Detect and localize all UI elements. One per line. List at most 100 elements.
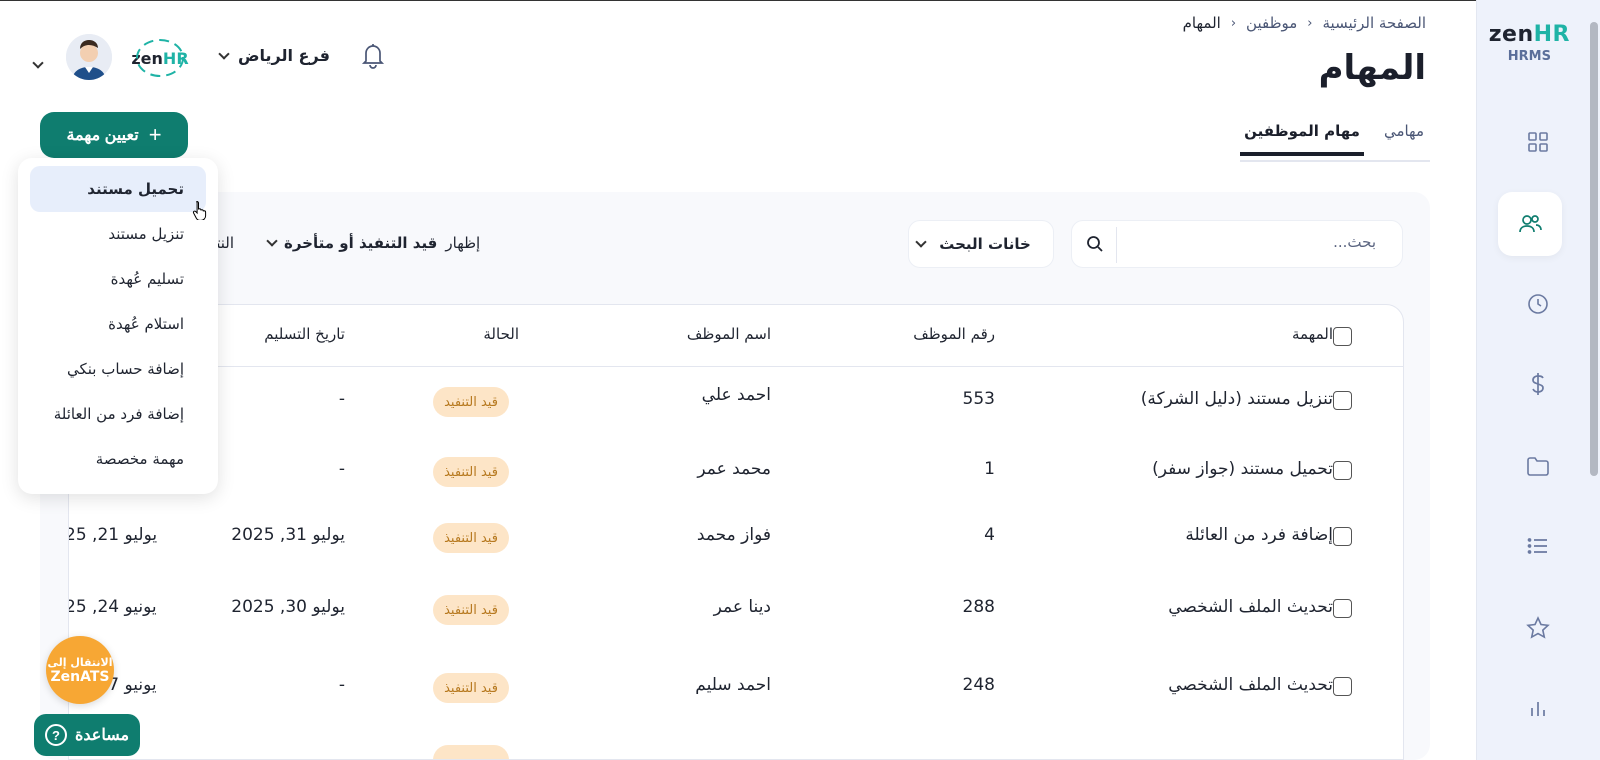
table-header: المهمة رقم الموظف اسم الموظف الحالة تاري… bbox=[69, 305, 1403, 367]
chevron-down-icon bbox=[915, 236, 927, 248]
status-badge: قيد التنفيذ bbox=[433, 673, 509, 703]
created-date-cell: يوليو 21, 25 bbox=[69, 525, 158, 545]
row-checkbox[interactable] bbox=[1333, 599, 1352, 618]
menu-item-deliver-custody[interactable]: تسليم عُهدة bbox=[30, 256, 206, 302]
assign-task-menu: تحميل مستند تنزيل مستند تسليم عُهدة استل… bbox=[18, 158, 218, 494]
users-icon[interactable] bbox=[1498, 192, 1562, 256]
employee-number-cell: 4 bbox=[984, 525, 995, 545]
breadcrumb-home[interactable]: الصفحة الرئيسية bbox=[1323, 14, 1427, 32]
status-badge: قيد التنفيذ bbox=[433, 595, 509, 625]
delivery-date-cell: يوليو 30, 2025 bbox=[231, 597, 345, 617]
hand-cursor-icon bbox=[192, 200, 208, 224]
created-date-cell: يونيو 24, 25 bbox=[69, 597, 157, 617]
task-cell: تنزيل مستند (دليل الشركة) bbox=[1140, 389, 1333, 409]
menu-item-custom-task[interactable]: مهمة مخصصة bbox=[30, 436, 206, 482]
breadcrumb: الصفحة الرئيسية ‹ موظفين ‹ المهام bbox=[1183, 14, 1426, 32]
notification-bell-icon[interactable] bbox=[358, 40, 388, 70]
employee-number-cell: 1 bbox=[984, 459, 995, 479]
employee-name-cell: احمد سليم bbox=[695, 675, 771, 695]
dollar-icon[interactable] bbox=[1522, 368, 1554, 400]
status-badge: قيد التنفيذ bbox=[433, 523, 509, 553]
task-cell: تحديث الملف الشخصي bbox=[1168, 597, 1333, 617]
search-divider bbox=[1116, 227, 1117, 263]
header-employee-number[interactable]: رقم الموظف bbox=[913, 325, 995, 343]
header-status[interactable]: الحالة bbox=[483, 325, 519, 343]
branch-label: فرع الرياض bbox=[238, 46, 330, 65]
assign-task-label: تعيين مهمة bbox=[66, 127, 139, 144]
branch-selector[interactable]: فرع الرياض bbox=[218, 46, 330, 65]
company-logo: zen HR bbox=[131, 38, 189, 78]
search-fields-button[interactable]: خانات البحث bbox=[908, 220, 1054, 268]
employee-name-cell: دينا عمر bbox=[713, 597, 771, 617]
assign-task-button[interactable]: + تعيين مهمة bbox=[40, 112, 188, 158]
menu-item-upload-document[interactable]: تحميل مستند bbox=[30, 166, 206, 212]
row-checkbox[interactable] bbox=[1333, 391, 1352, 410]
avatar[interactable] bbox=[66, 34, 112, 80]
row-checkbox[interactable] bbox=[1333, 527, 1352, 546]
breadcrumb-separator-icon: ‹ bbox=[1230, 15, 1237, 31]
search-input[interactable] bbox=[1126, 233, 1376, 251]
breadcrumb-employees[interactable]: موظفين bbox=[1246, 14, 1297, 32]
help-button[interactable]: مساعدة ? bbox=[34, 714, 140, 756]
chevron-down-icon bbox=[266, 235, 278, 247]
table-row[interactable]: تحديث الملف الشخصي 248 احمد سليم قيد الت… bbox=[69, 655, 1403, 727]
menu-item-download-document[interactable]: تنزيل مستند bbox=[30, 211, 206, 257]
logo-zen-text: zen bbox=[1488, 22, 1534, 47]
status-badge: قيد التنفيد bbox=[433, 387, 509, 417]
task-cell: تحميل مستند (جواز سفر) bbox=[1152, 459, 1333, 479]
chevron-down-icon bbox=[218, 47, 230, 60]
search-icon[interactable] bbox=[1086, 235, 1104, 257]
account-menu-chevron-icon[interactable] bbox=[32, 52, 44, 71]
zenats-line2: ZenATS bbox=[50, 668, 110, 685]
menu-item-receive-custody[interactable]: استلام عُهدة bbox=[30, 301, 206, 347]
chart-icon[interactable] bbox=[1522, 692, 1554, 724]
employee-name-cell: احمد علي bbox=[701, 385, 771, 405]
clock-icon[interactable] bbox=[1522, 288, 1554, 320]
tasks-table: المهمة رقم الموظف اسم الموظف الحالة تاري… bbox=[68, 304, 1404, 760]
delivery-date-cell: يوليو 31, 2025 bbox=[231, 525, 345, 545]
tab-my-tasks[interactable]: مهامي bbox=[1384, 122, 1424, 140]
list-icon[interactable] bbox=[1522, 530, 1554, 562]
employee-number-cell: 553 bbox=[962, 389, 995, 409]
table-row[interactable]: إضافة فرد من العائلة 4 فواز محمد قيد الت… bbox=[69, 507, 1403, 579]
logo-hr-text: HR bbox=[1533, 22, 1570, 47]
row-checkbox[interactable] bbox=[1333, 461, 1352, 480]
folder-icon[interactable] bbox=[1522, 450, 1554, 482]
menu-item-add-family-member[interactable]: إضافة فرد من العائلة bbox=[30, 391, 206, 437]
delivery-date-cell: - bbox=[338, 389, 345, 409]
dashboard-icon[interactable] bbox=[1522, 126, 1554, 158]
tab-employee-tasks[interactable]: مهام الموظفين bbox=[1240, 122, 1364, 156]
delivery-date-cell: - bbox=[338, 459, 345, 479]
top-border bbox=[0, 0, 1600, 1]
task-cell: إضافة فرد من العائلة bbox=[1185, 525, 1333, 545]
table-row[interactable]: تنزيل مستند (دليل الشركة) 553 احمد علي ق… bbox=[69, 367, 1403, 439]
zenats-switch-button[interactable]: الانتقال إلى ZenATS bbox=[46, 636, 114, 704]
sidebar: zenHR HRMS bbox=[1476, 0, 1600, 760]
scrollbar[interactable] bbox=[1590, 22, 1598, 476]
table-row[interactable]: تحميل مستند (جواز سفر) 1 محمد عمر قيد ال… bbox=[69, 439, 1403, 511]
help-circle-icon: ? bbox=[44, 724, 67, 746]
app-logo[interactable]: zenHR HRMS bbox=[1489, 22, 1570, 64]
page-title: المهام bbox=[1318, 48, 1426, 88]
show-value: قيد التنفيذ أو متأخرة bbox=[284, 234, 438, 252]
header-delivery-date[interactable]: تاريخ التسليم bbox=[264, 325, 345, 343]
status-badge: قيد التنفيذ bbox=[433, 457, 509, 487]
breadcrumb-current: المهام bbox=[1182, 14, 1221, 32]
employee-name-cell: محمد عمر bbox=[697, 459, 771, 479]
employee-number-cell: 288 bbox=[962, 597, 995, 617]
star-icon[interactable] bbox=[1522, 612, 1554, 644]
header-employee-name[interactable]: اسم الموظف bbox=[687, 325, 771, 343]
header-task[interactable]: المهمة bbox=[1292, 325, 1333, 343]
zenats-line1: الانتقال إلى bbox=[47, 655, 113, 669]
show-label: إظهار bbox=[445, 234, 481, 252]
search-fields-text: خانات البحث bbox=[939, 235, 1031, 253]
search-box[interactable] bbox=[1071, 220, 1403, 268]
select-all-checkbox[interactable] bbox=[1333, 327, 1352, 346]
help-label: مساعدة bbox=[74, 727, 130, 744]
logo-hrms-text: HRMS bbox=[1507, 49, 1551, 64]
row-checkbox[interactable] bbox=[1333, 677, 1352, 696]
table-row[interactable]: تحديث الملف الشخصي 288 دينا عمر قيد التن… bbox=[69, 579, 1403, 651]
employee-name-cell: فواز محمد bbox=[696, 525, 771, 545]
menu-item-add-bank-account[interactable]: إضافة حساب بنكي bbox=[30, 346, 206, 392]
status-filter[interactable]: إظهار قيد التنفيذ أو متأخرة bbox=[266, 234, 481, 252]
